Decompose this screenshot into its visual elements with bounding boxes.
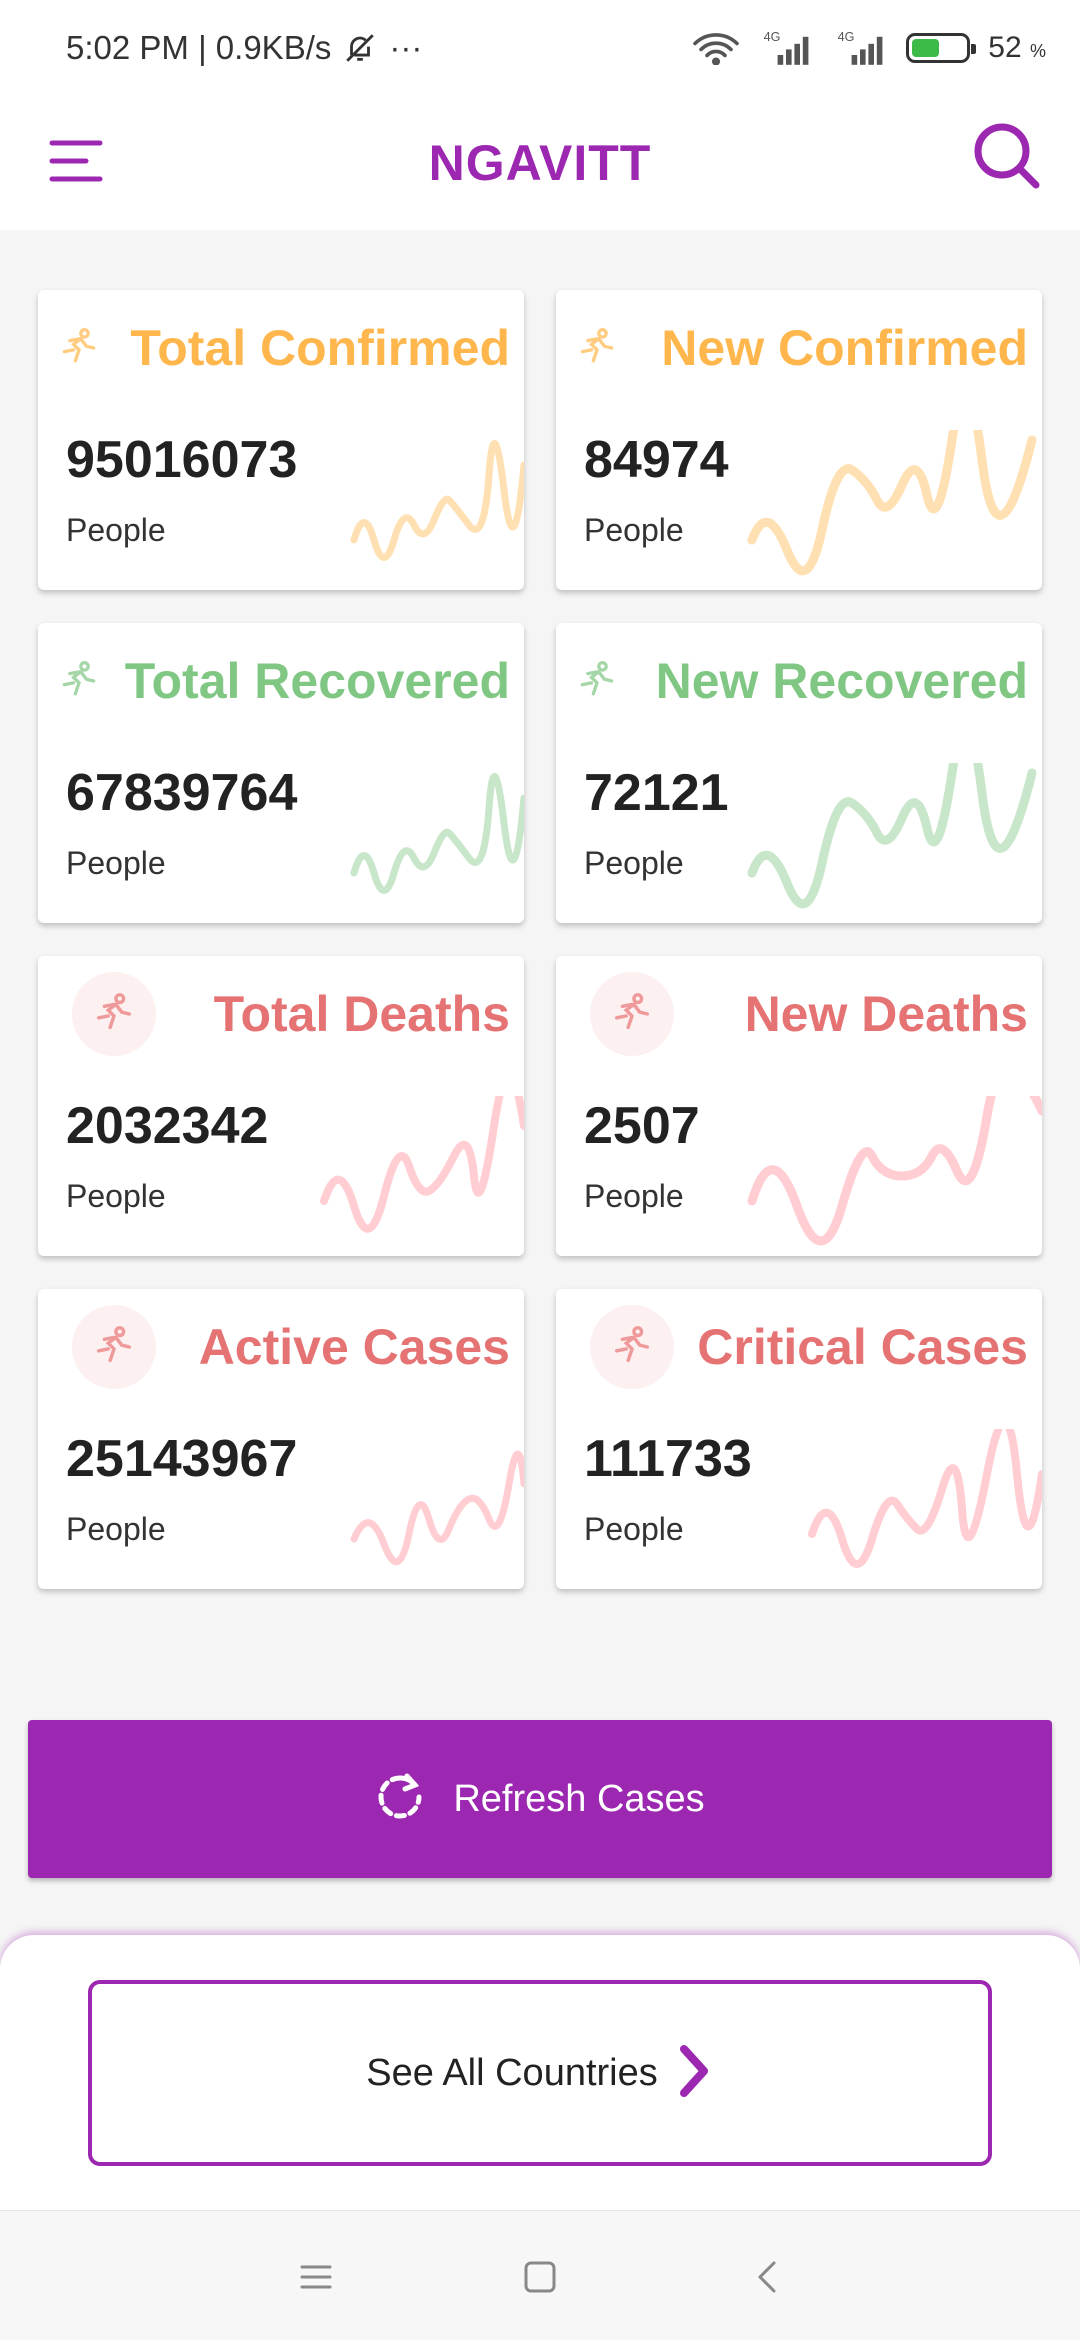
card-new-recovered[interactable]: New Recovered 72121 People — [556, 623, 1042, 923]
more-indicator: ··· — [389, 28, 423, 66]
card-header: Total Recovered — [50, 647, 510, 715]
card-value: 72121 — [584, 764, 729, 822]
running-person-icon — [72, 1305, 156, 1389]
sparkline — [350, 1450, 524, 1566]
status-right: 4G 4G 52 % — [692, 28, 1046, 68]
screen: 5:02 PM | 0.9KB/s ··· 4G 4G 52 % NGAVITT… — [0, 0, 1080, 2340]
battery-icon — [906, 32, 977, 63]
card-header: Active Cases — [50, 1305, 510, 1389]
refresh-label: Refresh Cases — [453, 1777, 705, 1820]
card-total-recovered[interactable]: Total Recovered 67839764 People — [38, 623, 524, 923]
running-person-icon — [590, 972, 674, 1056]
card-active-cases[interactable]: Active Cases 25143967 People — [38, 1289, 524, 1589]
sparkline — [808, 1429, 1042, 1568]
see-all-countries-button[interactable]: See All Countries — [88, 1980, 992, 2166]
hamburger-menu-icon[interactable] — [46, 131, 106, 191]
card-title: New Deaths — [744, 986, 1028, 1042]
see-all-countries-label: See All Countries — [366, 2051, 658, 2094]
stats-grid: Total Confirmed 95016073 People New Conf… — [38, 290, 1042, 1589]
recents-icon[interactable] — [292, 2253, 340, 2301]
signal-icon: 4G — [758, 28, 814, 68]
card-title: New Recovered — [655, 653, 1028, 709]
back-icon[interactable] — [744, 2253, 792, 2301]
wifi-icon — [692, 31, 740, 65]
battery-percent: 52 % — [988, 31, 1046, 65]
status-bar: 5:02 PM | 0.9KB/s ··· 4G 4G 52 % — [0, 0, 1080, 95]
card-title: Total Deaths — [213, 986, 510, 1042]
card-header: New Confirmed — [568, 314, 1028, 382]
card-critical-cases[interactable]: Critical Cases 111733 People — [556, 1289, 1042, 1589]
card-new-deaths[interactable]: New Deaths 2507 People — [556, 956, 1042, 1256]
card-header: New Recovered — [568, 647, 1028, 715]
battery-percent-unit: % — [1029, 40, 1046, 61]
card-value: 2507 — [584, 1097, 700, 1155]
card-header: Critical Cases — [568, 1305, 1028, 1389]
card-new-confirmed[interactable]: New Confirmed 84974 People — [556, 290, 1042, 590]
sparkline — [350, 772, 524, 894]
battery-percent-value: 52 — [988, 30, 1022, 64]
status-time-speed: 5:02 PM | 0.9KB/s — [66, 28, 332, 66]
running-person-icon — [568, 652, 626, 710]
card-title: Total Confirmed — [130, 320, 510, 376]
card-title: New Confirmed — [661, 320, 1028, 376]
card-unit: People — [66, 1178, 166, 1214]
battery-level — [912, 38, 940, 57]
card-title: Active Cases — [198, 1319, 510, 1375]
card-unit: People — [66, 512, 166, 548]
home-icon[interactable] — [516, 2253, 564, 2301]
bottom-sheet: See All Countries — [0, 1935, 1080, 2210]
sparkline — [747, 430, 1037, 576]
card-header: Total Confirmed — [50, 314, 510, 382]
system-nav-bar — [0, 2210, 1080, 2340]
card-header: New Deaths — [568, 972, 1028, 1056]
running-person-icon — [72, 972, 156, 1056]
card-unit: People — [584, 1178, 684, 1214]
sparkline — [350, 439, 524, 561]
card-unit: People — [66, 1511, 166, 1547]
card-total-deaths[interactable]: Total Deaths 2032342 People — [38, 956, 524, 1256]
card-total-confirmed[interactable]: Total Confirmed 95016073 People — [38, 290, 524, 590]
card-unit: People — [584, 845, 684, 881]
card-unit: People — [66, 845, 166, 881]
chevron-right-icon — [674, 2043, 714, 2104]
bell-muted-icon — [343, 31, 377, 65]
running-person-icon — [50, 319, 108, 377]
signal2-label: 4G — [838, 30, 855, 44]
app-bar: NGAVITT — [0, 95, 1080, 230]
card-unit: People — [584, 1511, 684, 1547]
app-title: NGAVITT — [428, 134, 652, 191]
signal1-label: 4G — [764, 30, 781, 44]
search-icon[interactable] — [970, 119, 1042, 191]
running-person-icon — [50, 652, 108, 710]
sparkline — [320, 1096, 524, 1233]
card-title: Critical Cases — [697, 1319, 1028, 1375]
refresh-cases-button[interactable]: Refresh Cases — [28, 1720, 1052, 1878]
running-person-icon — [590, 1305, 674, 1389]
card-unit: People — [584, 512, 684, 548]
card-value: 111733 — [584, 1430, 752, 1488]
card-header: Total Deaths — [50, 972, 510, 1056]
card-value: 84974 — [584, 431, 729, 489]
signal-icon: 4G — [832, 28, 888, 68]
sparkline — [747, 763, 1037, 909]
running-person-icon — [568, 319, 626, 377]
sparkline — [747, 1096, 1042, 1246]
status-left: 5:02 PM | 0.9KB/s ··· — [66, 29, 422, 67]
card-title: Total Recovered — [124, 653, 510, 709]
refresh-icon — [375, 1772, 425, 1827]
